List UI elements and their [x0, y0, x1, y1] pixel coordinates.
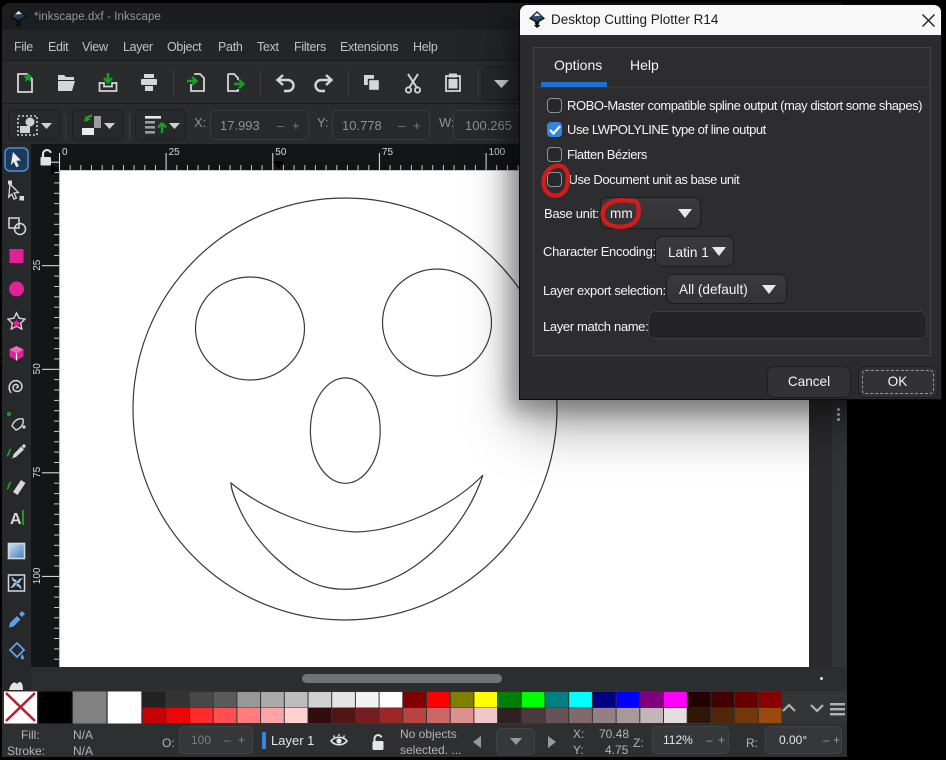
svg-text:50: 50: [275, 147, 287, 158]
svg-text:100: 100: [32, 567, 43, 584]
svg-text:100: 100: [489, 147, 506, 158]
svg-text:75: 75: [382, 147, 394, 158]
svg-text:25: 25: [169, 147, 181, 158]
svg-text:A: A: [10, 511, 22, 528]
svg-text:50: 50: [32, 363, 43, 375]
svg-text:0: 0: [62, 147, 68, 158]
svg-text:75: 75: [32, 466, 43, 478]
svg-text:25: 25: [32, 259, 43, 271]
